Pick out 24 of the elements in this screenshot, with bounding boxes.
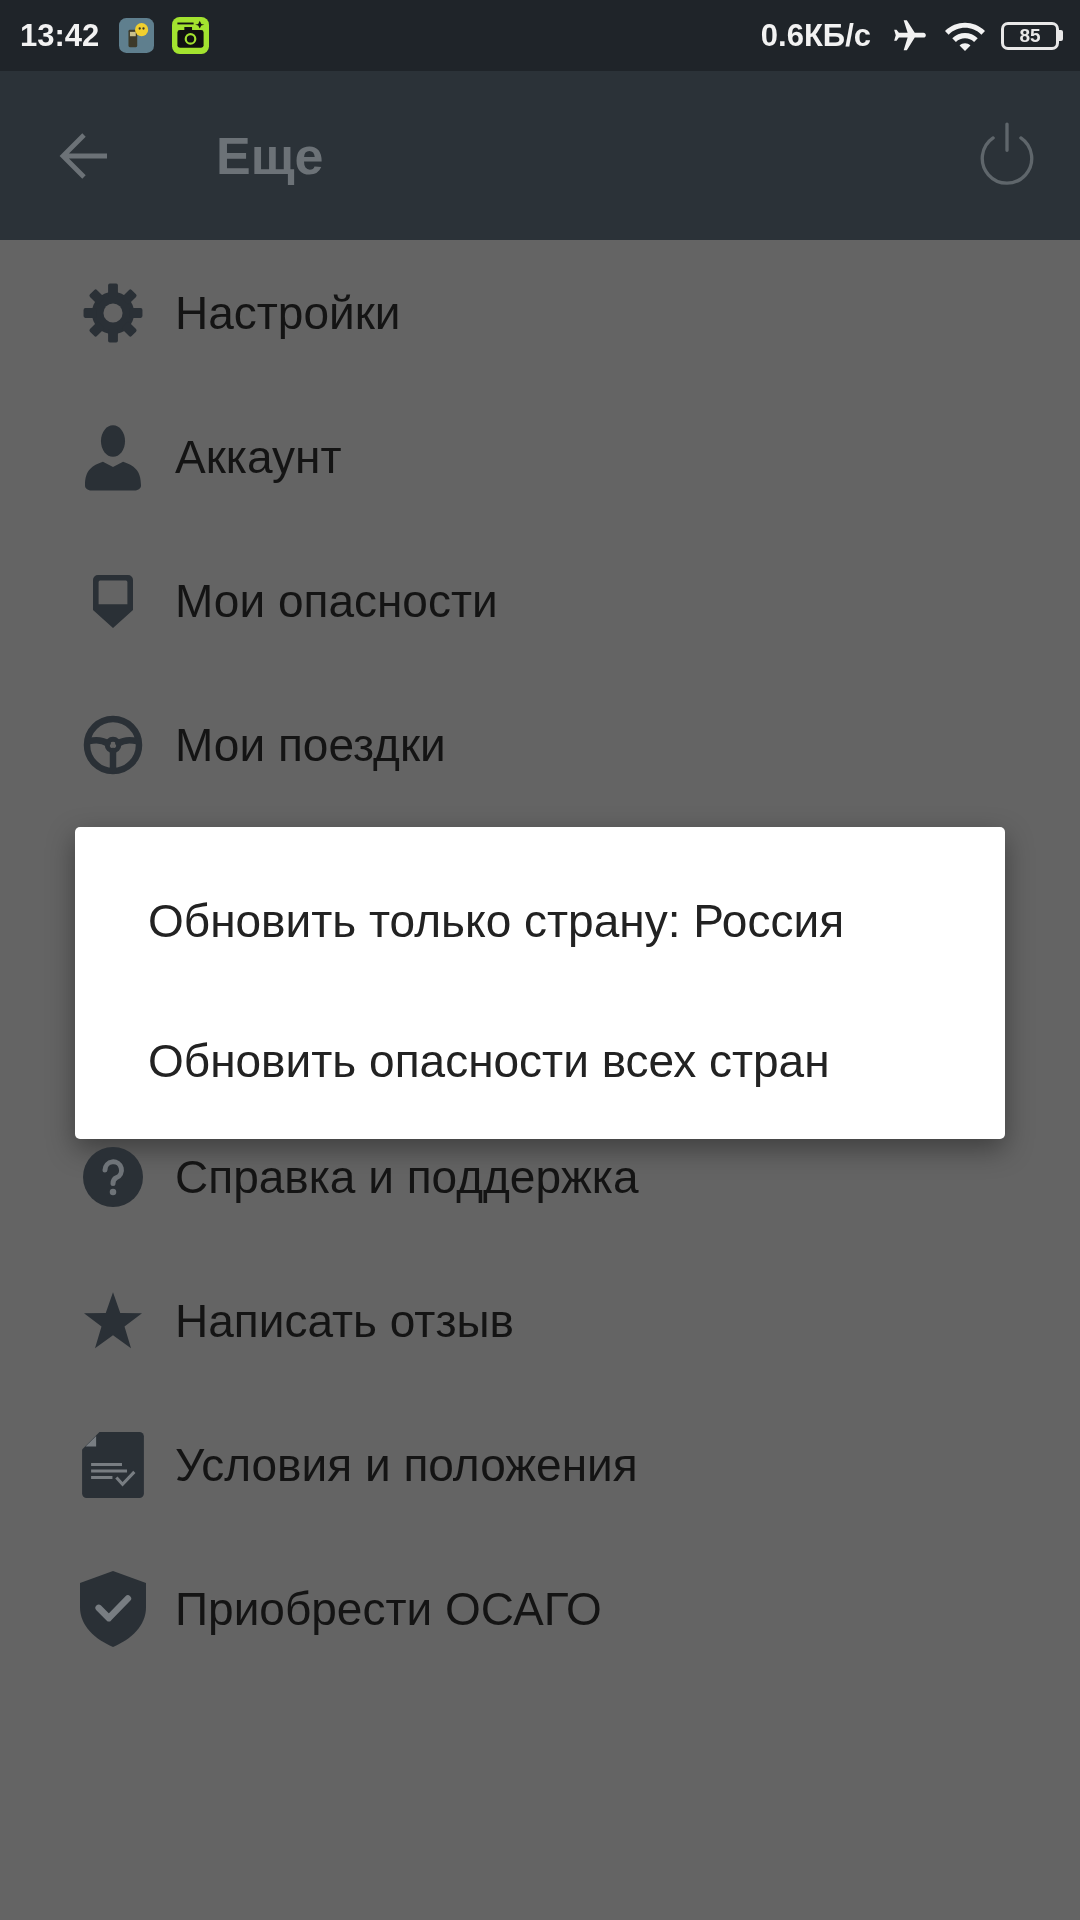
menu-item[interactable]: Справка и поддержка	[80, 1139, 639, 1215]
camera-tile-icon	[172, 17, 210, 54]
menu-item[interactable]: Условия и положения	[80, 1427, 638, 1503]
star-icon	[83, 1292, 143, 1350]
menu-item[interactable]: Мои поездки	[80, 707, 446, 783]
clock-time: 13:42	[20, 20, 100, 51]
menu-item[interactable]: Мои опасности	[80, 563, 498, 639]
menu-item[interactable]: Аккаунт	[80, 419, 342, 495]
dialog-option[interactable]: Обновить только страну: Россия	[75, 851, 1005, 991]
person-icon	[85, 423, 141, 491]
menu-item[interactable]: Настройки	[80, 275, 401, 351]
marker-icon	[93, 574, 133, 628]
app-tile-icon	[119, 18, 155, 53]
back-arrow-icon[interactable]	[59, 132, 109, 179]
gear-icon	[82, 282, 144, 344]
steering-wheel-icon	[83, 715, 143, 775]
menu-item[interactable]: Написать отзыв	[80, 1283, 515, 1359]
dialog-option[interactable]: Обновить опасности всех стран	[75, 991, 1005, 1131]
document-check-icon	[82, 1432, 144, 1498]
question-mark-icon	[83, 1147, 143, 1207]
battery-indicator: 85	[1001, 21, 1063, 50]
menu-item[interactable]: Приобрести ОСАГО	[80, 1571, 602, 1647]
shield-check-icon	[80, 1571, 146, 1647]
network-speed: 0.6КБ/с	[760, 20, 871, 51]
